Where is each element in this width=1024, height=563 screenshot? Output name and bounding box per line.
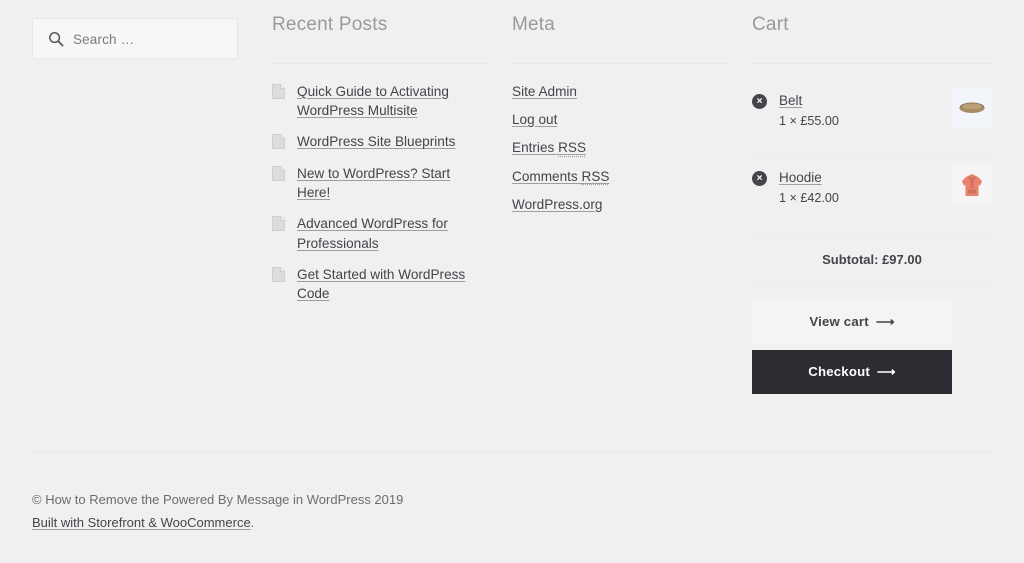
- arrow-right-icon: ⟶: [876, 363, 896, 379]
- recent-posts-list: Quick Guide to Activating WordPress Mult…: [272, 82, 486, 304]
- list-item: Quick Guide to Activating WordPress Mult…: [272, 82, 486, 121]
- list-item: WordPress Site Blueprints: [272, 132, 486, 151]
- cart-title: Cart: [752, 14, 992, 64]
- footer-credit: Built with Storefront & WooCommerce.: [32, 512, 992, 535]
- widget-column-cart: Cart × Belt 1 × £55.00 × Hoodie 1 × £42.…: [752, 0, 992, 394]
- document-icon: [272, 216, 285, 232]
- cart-item-quantity: 1 × £42.00: [779, 191, 839, 206]
- built-with-link[interactable]: Built with Storefront & WooCommerce: [32, 515, 251, 530]
- list-item: Get Started with WordPress Code: [272, 265, 486, 304]
- cart-item-quantity: 1 × £55.00: [779, 114, 839, 129]
- checkout-label: Checkout: [808, 363, 870, 379]
- rss-abbr: RSS: [581, 168, 610, 184]
- list-item: Log out: [512, 110, 726, 129]
- view-cart-button[interactable]: View cart ⟶: [752, 299, 952, 344]
- checkout-button[interactable]: Checkout ⟶: [752, 349, 952, 394]
- site-footer: © How to Remove the Powered By Message i…: [32, 452, 992, 535]
- rss-abbr: RSS: [558, 140, 587, 156]
- document-icon: [272, 83, 285, 99]
- document-icon: [272, 165, 285, 181]
- recent-posts-title: Recent Posts: [272, 14, 486, 64]
- meta-link-entries-rss[interactable]: Entries RSS: [512, 140, 586, 155]
- widget-column-search: [32, 0, 272, 394]
- meta-body: Site Admin Log out Entries RSS Comments …: [512, 64, 726, 214]
- search-icon: [48, 31, 64, 47]
- meta-title: Meta: [512, 14, 726, 64]
- document-icon: [272, 134, 285, 150]
- cart-body: × Belt 1 × £55.00 × Hoodie 1 × £42.00 Su…: [752, 64, 992, 394]
- list-item: New to WordPress? Start Here!: [272, 164, 486, 203]
- document-icon: [272, 266, 285, 282]
- meta-link-text: Comments: [512, 168, 582, 184]
- recent-posts-body: Quick Guide to Activating WordPress Mult…: [272, 64, 486, 304]
- cart-item-list: × Belt 1 × £55.00 × Hoodie 1 × £42.00: [752, 82, 992, 236]
- cart-item-name[interactable]: Hoodie: [779, 169, 932, 187]
- remove-circle-icon[interactable]: ×: [752, 93, 767, 109]
- footer-copyright: © How to Remove the Powered By Message i…: [32, 492, 404, 507]
- list-item: WordPress.org: [512, 195, 726, 214]
- belt-thumbnail: [952, 87, 992, 128]
- meta-list: Site Admin Log out Entries RSS Comments …: [512, 82, 726, 214]
- footer-credit-suffix: .: [250, 514, 255, 530]
- cart-item: × Hoodie 1 × £42.00: [752, 159, 992, 236]
- list-item: Advanced WordPress for Professionals: [272, 214, 486, 253]
- search-widget: [32, 18, 246, 60]
- footer-widget-area: Recent Posts Quick Guide to Activating W…: [32, 0, 992, 394]
- meta-link-text: Entries: [512, 140, 559, 156]
- cart-item-name[interactable]: Belt: [779, 92, 932, 110]
- remove-circle-icon[interactable]: ×: [752, 170, 767, 186]
- cart-item: × Belt 1 × £55.00: [752, 82, 992, 159]
- meta-link-comments-rss[interactable]: Comments RSS: [512, 169, 609, 184]
- view-cart-label: View cart: [809, 313, 869, 329]
- recent-post-link[interactable]: Get Started with WordPress Code: [297, 267, 465, 301]
- meta-link-site-admin[interactable]: Site Admin: [512, 84, 577, 99]
- list-item: Site Admin: [512, 82, 726, 101]
- search-form[interactable]: [32, 18, 238, 60]
- cart-subtotal: Subtotal: £97.00: [752, 236, 992, 286]
- recent-post-link[interactable]: Advanced WordPress for Professionals: [297, 216, 448, 250]
- hoodie-thumbnail: [952, 164, 992, 205]
- widget-column-meta: Meta Site Admin Log out Entries RSS Comm…: [512, 0, 752, 394]
- recent-post-link[interactable]: Quick Guide to Activating WordPress Mult…: [297, 84, 449, 118]
- list-item: Comments RSS: [512, 167, 726, 186]
- widget-column-recent-posts: Recent Posts Quick Guide to Activating W…: [272, 0, 512, 394]
- meta-link-wordpress-org[interactable]: WordPress.org: [512, 197, 602, 212]
- arrow-right-icon: ⟶: [875, 313, 895, 329]
- meta-link-log-out[interactable]: Log out: [512, 112, 557, 127]
- search-input[interactable]: [71, 19, 235, 60]
- recent-post-link[interactable]: New to WordPress? Start Here!: [297, 166, 450, 200]
- recent-post-link[interactable]: WordPress Site Blueprints: [297, 134, 455, 149]
- page-root: Recent Posts Quick Guide to Activating W…: [0, 0, 1024, 563]
- list-item: Entries RSS: [512, 138, 726, 157]
